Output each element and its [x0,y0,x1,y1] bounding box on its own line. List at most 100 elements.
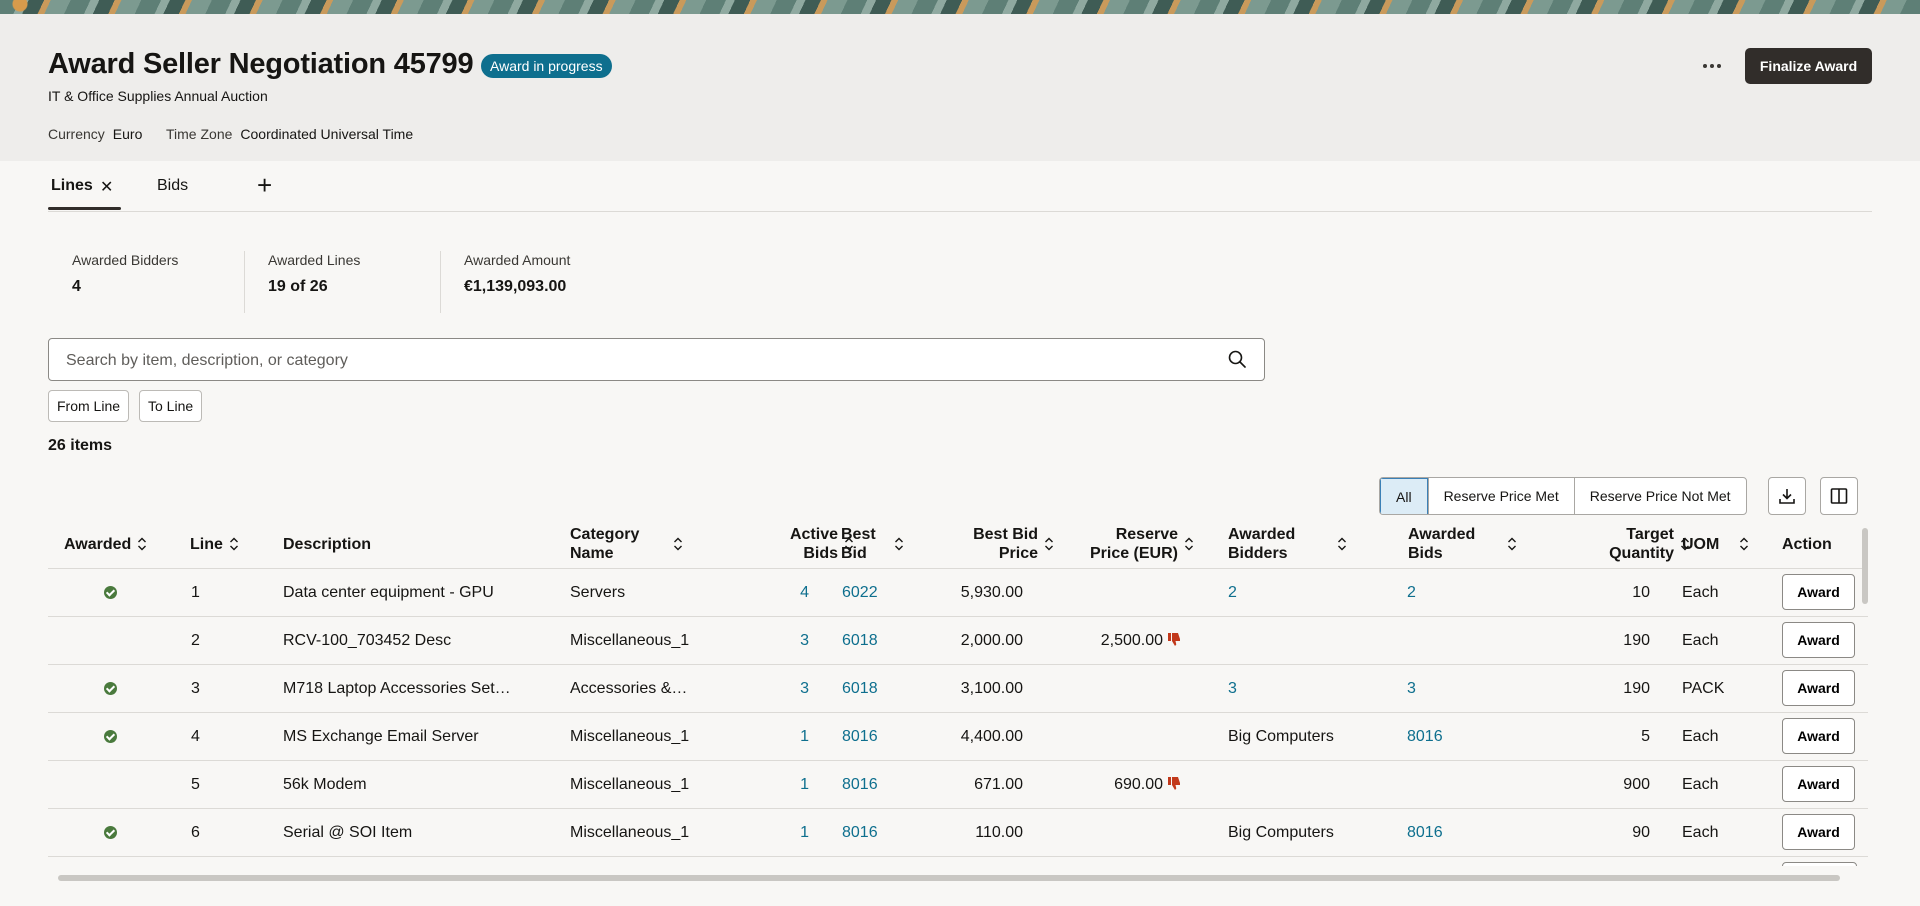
award-button[interactable]: Award [1782,718,1855,754]
col-description[interactable]: Description [283,520,371,568]
category-name: Miscellaneous_1 [570,776,690,793]
vertical-scrollbar[interactable] [1862,528,1868,604]
to-line-filter[interactable]: To Line [139,390,203,422]
uom: Each [1682,632,1719,649]
more-actions-icon[interactable] [1700,54,1724,78]
table-row[interactable]: 3 M718 Laptop Accessories Set… Accessories… [48,665,1868,713]
award-button[interactable]: Award [1782,670,1855,706]
category-name: Miscellaneous_1 [570,728,690,745]
col-best-bid[interactable]: Best Bid [841,520,904,568]
best-bid-price: 2,000.00 [960,632,1023,649]
reserve-price [1048,665,1180,712]
finalize-award-button[interactable]: Finalize Award [1745,48,1872,84]
target-quantity: 10 [1632,584,1650,601]
col-reserve-price[interactable]: Reserve Price (EUR) [1048,520,1194,568]
award-button[interactable]: Award [1782,814,1855,850]
best-bid-price: 4,400.00 [960,728,1023,745]
table-row[interactable]: 2 RCV-100_703452 Desc Miscellaneous_1 3 6018… [48,617,1868,665]
sort-icon[interactable] [1739,536,1749,552]
add-tab-icon[interactable]: + [257,172,272,198]
line-number: 4 [191,728,200,745]
col-category-name[interactable]: Category Name [570,520,683,568]
header-banner-image [0,0,1920,14]
category-name: Accessories &… [570,680,688,697]
sort-icon[interactable] [137,536,147,552]
thumbs-down-icon [1168,633,1180,646]
tab-bids[interactable]: Bids [157,177,188,195]
awarded-bidders[interactable]: 3 [1228,665,1237,712]
search-icon[interactable] [1228,350,1246,368]
awarded-bids-link[interactable]: 8016 [1407,713,1443,760]
col-best-bid-price[interactable]: Best Bid Price [908,520,1054,568]
reserve-price: 690.00 [1048,761,1180,808]
segment-reserve-price-met[interactable]: Reserve Price Met [1427,478,1574,514]
kpi-label: Awarded Amount [464,252,571,268]
sort-icon[interactable] [229,536,239,552]
col-awarded-bidders[interactable]: Awarded Bidders [1228,520,1347,568]
download-button[interactable] [1768,477,1806,515]
best-bid-link[interactable]: 8016 [842,809,878,856]
line-description: RCV-100_703452 Desc [283,632,452,649]
target-quantity: 90 [1632,824,1650,841]
awarded-bidders[interactable]: 2 [1228,569,1237,616]
table-row[interactable]: 6 Serial @ SOI Item Miscellaneous_1 1 8016 11… [48,809,1868,857]
col-awarded[interactable]: Awarded [64,520,147,568]
uom: Each [1682,728,1719,745]
kpi-value: 4 [72,278,81,295]
awarded-bids-link[interactable]: 3 [1407,665,1416,712]
table-row[interactable]: 5 56k Modem Miscellaneous_1 1 8016 671.00 690.… [48,761,1868,809]
segment-reserve-price-not-met[interactable]: Reserve Price Not Met [1573,478,1746,514]
awarded-bidders: Big Computers [1228,728,1334,745]
target-quantity: 5 [1641,728,1650,745]
col-target-quantity[interactable]: Target Quantity [1508,520,1690,568]
reserve-filter-segmented: All Reserve Price Met Reserve Price Not … [1379,477,1747,515]
sort-icon[interactable] [1337,536,1347,552]
best-bid-link[interactable]: 8016 [842,761,878,808]
close-icon[interactable]: ✕ [100,177,113,197]
line-description: MS Exchange Email Server [283,728,479,745]
from-line-filter[interactable]: From Line [48,390,130,422]
col-line[interactable]: Line [190,520,239,568]
col-active-bids[interactable]: Active Bids [708,520,854,568]
kpi-value: 19 of 26 [268,278,328,295]
active-bids-link[interactable]: 4 [748,569,809,616]
tab-lines[interactable]: Lines [51,177,93,195]
award-button[interactable]: Award [1782,766,1855,802]
award-button[interactable]: Award [1782,622,1855,658]
horizontal-scrollbar[interactable] [58,875,1840,881]
active-bids-link[interactable]: 1 [748,713,809,760]
award-button[interactable] [1782,862,1857,866]
kpi-label: Awarded Lines [268,252,361,268]
timezone-label: Time Zone [166,126,233,142]
reserve-price: 2,500.00 [1048,617,1180,664]
awarded-bids-link[interactable]: 8016 [1407,809,1443,856]
awarded-check-icon [104,586,117,599]
column-layout-button[interactable] [1820,477,1858,515]
awarded-check-icon [104,730,117,743]
kpi-value: €1,139,093.00 [464,278,567,295]
best-bid-link[interactable]: 6022 [842,569,878,616]
table-row[interactable]: 1 Data center equipment - GPU Servers 4 6022… [48,569,1868,617]
active-bids-link[interactable]: 1 [748,761,809,808]
best-bid-link[interactable]: 6018 [842,617,878,664]
sort-icon[interactable] [1184,536,1194,552]
best-bid-link[interactable]: 6018 [842,665,878,712]
active-bids-link[interactable]: 3 [748,665,809,712]
search-input[interactable] [64,339,1218,382]
best-bid-price: 3,100.00 [960,680,1023,697]
category-name: Miscellaneous_1 [570,824,690,841]
active-bids-link[interactable]: 1 [748,809,809,856]
kpi-divider [244,251,245,313]
active-bids-link[interactable]: 3 [748,617,809,664]
col-awarded-bids[interactable]: Awarded Bids [1408,520,1517,568]
col-uom[interactable]: UOM [1682,520,1749,568]
best-bid-link[interactable]: 8016 [842,713,878,760]
awarded-bids-link[interactable]: 2 [1407,569,1416,616]
target-quantity: 190 [1623,632,1650,649]
segment-all[interactable]: All [1380,478,1428,514]
award-button[interactable]: Award [1782,574,1855,610]
table-row[interactable]: 4 MS Exchange Email Server Miscellaneous_1… [48,713,1868,761]
table-row[interactable] [48,857,1868,866]
sort-icon[interactable] [673,536,683,552]
sort-icon[interactable] [894,536,904,552]
